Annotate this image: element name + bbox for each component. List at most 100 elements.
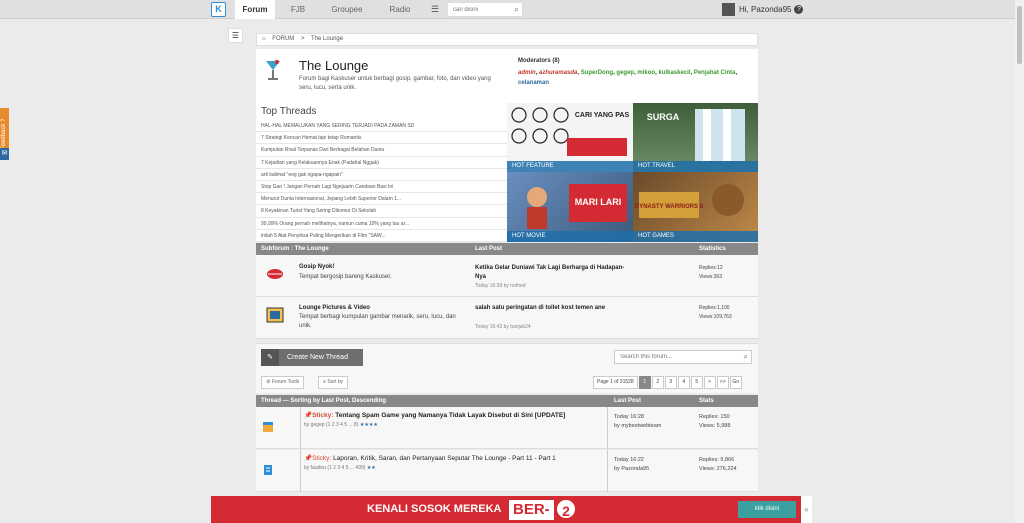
tab-fjb[interactable]: FJB bbox=[283, 0, 313, 19]
sticky-label: Sticky: bbox=[312, 412, 334, 419]
user-greeting: Hi, Pazonda95 bbox=[739, 5, 792, 14]
thread-status-icon bbox=[264, 465, 272, 475]
top-thread-item[interactable]: inilah 5 Alat Penyiksa Paling Mengerikan… bbox=[256, 230, 507, 242]
thread-row[interactable]: 📌Sticky: Laporan, Kritik, Saran, dan Per… bbox=[256, 450, 758, 492]
tile-label: HOT FEATURE bbox=[507, 161, 633, 172]
help-icon[interactable]: ? bbox=[794, 5, 804, 15]
thread-meta: by gegep (1 2 3 4 5 ... 8) ★★★★ bbox=[304, 422, 604, 428]
thread-author-pages[interactable]: by gegep (1 2 3 4 5 ... 8) bbox=[304, 422, 358, 428]
global-search-input[interactable] bbox=[448, 3, 508, 16]
forum-search-input[interactable] bbox=[615, 351, 735, 363]
scrollbar-track[interactable] bbox=[1015, 0, 1024, 523]
thread-last-by[interactable]: by mybestwebteam bbox=[614, 422, 661, 431]
top-thread-item[interactable]: arti kalimat "eeg gak ngapa-ngapain" bbox=[256, 169, 507, 181]
top-thread-item[interactable]: Menurut Dunia Internasional, Jepang Lebi… bbox=[256, 193, 507, 206]
forum-description: Forum bagi Kaskuser untuk berbagi gosip,… bbox=[299, 76, 491, 91]
moderator-link[interactable]: mikoo bbox=[637, 70, 655, 76]
sort-by-label: Sort by bbox=[327, 379, 344, 385]
top-thread-item[interactable]: 8 Keyakinan Turist Yang Sering Dikomur D… bbox=[256, 205, 507, 218]
thread-author-pages[interactable]: by faudeu (1 2 3 4 5 ... 499) bbox=[304, 465, 365, 471]
top-thread-item[interactable]: Kumpulan Rival Terpanas Dari Berbagai Be… bbox=[256, 144, 507, 157]
page-button[interactable]: 4 bbox=[677, 376, 690, 389]
thread-main-cell: 📌Sticky: Tentang Spam Game yang Namanya … bbox=[300, 407, 608, 449]
home-icon[interactable]: ⌂ bbox=[262, 36, 266, 42]
tools-bar: ⚙ Forum Tools ≡ Sort by Page 1 of 31528 1… bbox=[256, 373, 758, 393]
tile-label: HOT TRAVEL bbox=[633, 161, 758, 172]
breadcrumb: ⌂ FORUM > The Lounge bbox=[256, 33, 758, 46]
thread-stats: Replies: 9,866 Views: 276,224 bbox=[699, 456, 737, 474]
last-post-title[interactable]: salah satu peringatan di toilet kost tem… bbox=[475, 304, 635, 313]
hamburger-menu-icon[interactable]: ☰ bbox=[428, 2, 442, 16]
tile-art-text: MARI LARI bbox=[575, 197, 622, 207]
search-icon[interactable]: ⌕ bbox=[514, 3, 519, 16]
top-thread-item[interactable]: 99,99% Orang pernah melihatnya, namun cu… bbox=[256, 218, 507, 230]
create-thread-button[interactable]: ✎ Create New Thread bbox=[261, 349, 363, 366]
top-threads-title: Top Threads bbox=[261, 106, 317, 117]
thread-col-title: Thread — Sorting by Last Post, Descendin… bbox=[261, 398, 387, 404]
subforum-col-lastpost: Last Post bbox=[475, 246, 503, 252]
next-page-button[interactable]: > bbox=[703, 376, 716, 389]
tab-forum[interactable]: Forum bbox=[235, 0, 275, 19]
hot-travel-tile[interactable]: SURGA HOT TRAVEL bbox=[633, 103, 758, 172]
moderator-link[interactable]: celanaman bbox=[518, 80, 549, 86]
tab-radio[interactable]: Radio bbox=[382, 0, 418, 19]
subforum-row[interactable]: Gosip Nyok! Tempat bergosip bareng Kasku… bbox=[256, 255, 758, 297]
thread-title[interactable]: 📌Sticky: Laporan, Kritik, Saran, dan Per… bbox=[304, 454, 604, 463]
go-button[interactable]: Go bbox=[729, 376, 742, 389]
thread-lastpost: Today 16:28 by mybestwebteam bbox=[614, 413, 661, 431]
ad-cta-button[interactable]: klik disini bbox=[738, 501, 796, 518]
page-button[interactable]: 3 bbox=[664, 376, 677, 389]
hot-games-tile[interactable]: DYNASTY WARRIORS 8 HOT GAMES bbox=[633, 172, 758, 242]
last-post-time: Today 16:39 by nofried bbox=[475, 283, 526, 289]
kaskus-logo-icon[interactable]: K bbox=[211, 2, 226, 17]
sort-by-button[interactable]: ≡ Sort by bbox=[318, 376, 349, 389]
subforum-row[interactable]: Lounge Pictures & Video Tempat berbagi k… bbox=[256, 297, 758, 339]
top-thread-item[interactable]: 7 Kejadian yang Kelakuannya Enak (Padaha… bbox=[256, 157, 507, 169]
page-button[interactable]: 2 bbox=[651, 376, 664, 389]
thread-views: Views: 276,224 bbox=[699, 466, 737, 472]
ad-collapse-icon[interactable]: « bbox=[801, 496, 812, 523]
top-threads-list: HAL-HAL MEMALUKAN YANG SERING TERJADI PA… bbox=[256, 120, 507, 242]
top-thread-item[interactable]: HAL-HAL MEMALUKAN YANG SERING TERJADI PA… bbox=[256, 120, 507, 133]
last-post-title[interactable]: Ketika Gelar Duniawi Tak Lagi Berharga d… bbox=[475, 264, 635, 282]
forum-header: The Lounge Forum bagi Kaskuser untuk ber… bbox=[256, 49, 758, 103]
moderator-link[interactable]: SuperDong bbox=[581, 70, 613, 76]
page-button[interactable]: 5 bbox=[690, 376, 703, 389]
user-menu[interactable]: Hi, Pazonda95? bbox=[722, 2, 804, 17]
subforum-name[interactable]: Lounge Pictures & Video bbox=[299, 305, 370, 311]
tile-art-text: SURGA bbox=[647, 112, 680, 122]
pin-icon: 📌 bbox=[304, 455, 313, 462]
scrollbar-thumb[interactable] bbox=[1017, 6, 1022, 64]
thread-title[interactable]: 📌Sticky: Tentang Spam Game yang Namanya … bbox=[304, 411, 604, 420]
rating-stars: ★★ bbox=[366, 465, 376, 471]
subforum-col-stats: Statistics bbox=[699, 246, 726, 252]
top-thread-item[interactable]: Stop Gan ! Jangan Pernah Lagi Ngejuarin … bbox=[256, 181, 507, 194]
moderator-link[interactable]: admin bbox=[518, 70, 536, 76]
subforum-name[interactable]: Gosip Nyok! bbox=[299, 264, 334, 270]
moderator-link[interactable]: azhuramasda bbox=[539, 70, 577, 76]
create-thread-label: Create New Thread bbox=[287, 354, 348, 361]
tab-groupee[interactable]: Groupee bbox=[326, 0, 368, 19]
subforum-replies: Replies:12 bbox=[699, 265, 723, 271]
thread-row[interactable]: 📌Sticky: Tentang Spam Game yang Namanya … bbox=[256, 407, 758, 449]
hot-feature-tile[interactable]: CARI YANG PAS HOT FEATURE bbox=[507, 103, 633, 172]
forum-tools-button[interactable]: ⚙ Forum Tools bbox=[261, 376, 305, 389]
thread-header: Thread — Sorting by Last Post, Descendin… bbox=[256, 395, 758, 407]
page-indicator: Page 1 of 31528 bbox=[593, 376, 638, 389]
ad-banner[interactable]: KENALI SOSOK MEREKA BER- 2 klik disini bbox=[211, 496, 801, 523]
thread-col-stats: Stats bbox=[699, 398, 714, 404]
top-thread-item[interactable]: 7 Strategi Kencan Hemat tapi tetap Roman… bbox=[256, 132, 507, 145]
sticky-label: Sticky: bbox=[312, 455, 332, 462]
moderator-link[interactable]: gegep bbox=[616, 70, 634, 76]
moderator-link[interactable]: kulkaskecil bbox=[658, 70, 690, 76]
thread-main-cell: 📌Sticky: Laporan, Kritik, Saran, dan Per… bbox=[300, 450, 608, 492]
thread-last-by[interactable]: by Pazonda95 bbox=[614, 465, 649, 474]
search-icon[interactable]: ⌕ bbox=[744, 351, 748, 363]
moderator-link[interactable]: Penjahat Cinta bbox=[694, 70, 736, 76]
last-page-button[interactable]: >> bbox=[716, 376, 729, 389]
side-menu-icon[interactable]: ☰ bbox=[228, 28, 243, 43]
breadcrumb-forum[interactable]: FORUM bbox=[272, 36, 294, 42]
feedback-chat-icon[interactable]: ✉ bbox=[0, 148, 9, 160]
page-button[interactable]: 1 bbox=[638, 376, 651, 389]
hot-movie-tile[interactable]: MARI LARI HOT MOVIE bbox=[507, 172, 633, 242]
